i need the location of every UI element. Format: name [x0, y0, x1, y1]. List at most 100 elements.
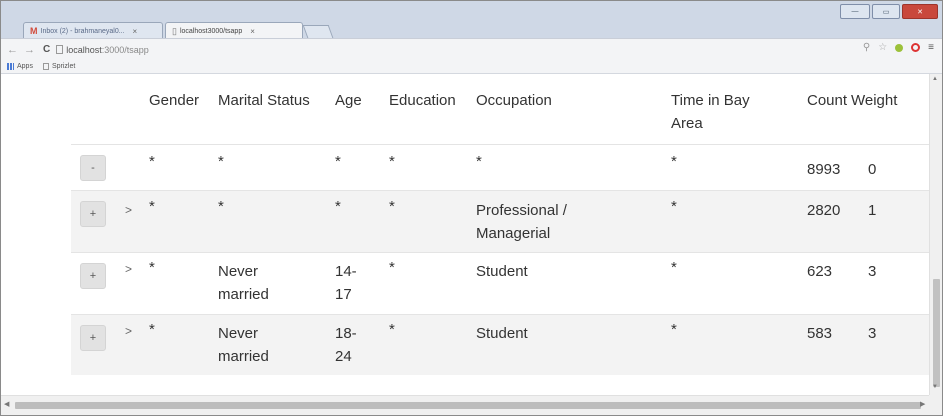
header-count: Count: [807, 92, 848, 109]
cell-gender: *: [149, 153, 155, 170]
gmail-icon: M: [30, 26, 38, 36]
header-weight: Weight: [851, 92, 898, 109]
header-time-in-bay-area-line2: Area: [671, 115, 703, 132]
opera-extension-icon[interactable]: [911, 43, 921, 52]
cell-time-in-bay-area: *: [671, 198, 677, 215]
cell-weight: 3: [868, 325, 877, 342]
url-path: :3000/tsapp: [101, 44, 149, 55]
scroll-left-icon[interactable]: ◀: [4, 400, 9, 408]
page-icon: ▯: [172, 25, 177, 36]
collapse-button[interactable]: -: [80, 155, 106, 181]
cell-marital-status-line2: married: [218, 348, 269, 365]
vertical-scrollbar[interactable]: ▲ ▼: [929, 74, 942, 395]
scroll-right-icon[interactable]: ▶: [920, 400, 925, 408]
bookmark-apps[interactable]: Apps: [7, 62, 33, 70]
apps-grid-icon: [7, 62, 14, 70]
vertical-scroll-thumb[interactable]: [933, 279, 940, 387]
page-viewport: Gender Marital Status Age Education Occu…: [1, 74, 929, 395]
horizontal-scrollbar[interactable]: ◀ ▶: [1, 395, 929, 415]
back-icon[interactable]: ←: [7, 44, 18, 56]
minimize-button[interactable]: —: [840, 4, 870, 19]
expand-arrow-icon: >: [125, 324, 133, 338]
expand-button[interactable]: +: [80, 263, 106, 289]
header-age: Age: [335, 92, 362, 109]
title-bar: M Inbox (2) - brahmaneyal0... × ▯ localh…: [1, 1, 942, 39]
extension-icon[interactable]: [895, 43, 904, 52]
cell-occupation-line2: Managerial: [476, 225, 551, 242]
bookmark-sprizlet[interactable]: Sprizlet: [42, 62, 76, 70]
forward-icon[interactable]: →: [24, 44, 35, 56]
bookmark-label: Apps: [17, 62, 33, 70]
table-row: - * * * * * * 8993 0: [71, 144, 929, 191]
menu-icon[interactable]: ≡: [928, 42, 934, 53]
table-row: + > * Never married 18- 24 * Student * 5…: [71, 314, 929, 375]
tab-label: localhost3000/tsapp: [179, 27, 243, 35]
cell-education: *: [389, 259, 395, 276]
cell-count: 623: [807, 263, 833, 280]
header-education: Education: [389, 92, 456, 109]
cell-occupation: Student: [476, 325, 528, 342]
new-tab-button[interactable]: [302, 25, 334, 38]
cell-weight: 1: [868, 202, 877, 219]
restore-button[interactable]: ▭: [872, 4, 900, 19]
scrollbar-corner: [929, 395, 942, 415]
cell-count: 583: [807, 325, 833, 342]
cell-occupation: Student: [476, 263, 528, 280]
cell-marital-status: Never: [218, 325, 259, 342]
cell-gender: *: [149, 198, 155, 215]
cell-time-in-bay-area: *: [671, 321, 677, 338]
zoom-icon[interactable]: ⚲: [863, 42, 870, 53]
tab-tsapp[interactable]: ▯ localhost3000/tsapp ×: [165, 22, 303, 39]
table-header: Gender Marital Status Age Education Occu…: [71, 74, 929, 144]
close-icon[interactable]: ×: [250, 27, 255, 36]
cell-gender: *: [149, 259, 155, 276]
cell-count: 8993: [807, 161, 841, 178]
page-icon: [56, 45, 64, 54]
scroll-down-icon[interactable]: ▼: [932, 384, 938, 390]
bookmark-label: Sprizlet: [51, 62, 76, 70]
bookmarks-bar: Apps Sprizlet: [1, 59, 942, 74]
header-time-in-bay-area: Time in Bay: [671, 92, 750, 109]
header-occupation: Occupation: [476, 92, 552, 109]
cell-marital-status: *: [218, 198, 224, 215]
cell-occupation: Professional /: [476, 202, 567, 219]
cell-marital-status: *: [218, 153, 224, 170]
url-host: localhost: [66, 44, 102, 55]
cell-age: *: [335, 198, 341, 215]
cell-age: 18-: [335, 325, 357, 342]
cell-marital-status: Never: [218, 263, 259, 280]
cell-time-in-bay-area: *: [671, 259, 677, 276]
cell-age-line2: 24: [335, 348, 352, 365]
cell-time-in-bay-area: *: [671, 153, 677, 170]
bookmark-star-icon[interactable]: ☆: [878, 42, 887, 53]
tab-label: Inbox (2) - brahmaneyal0...: [40, 27, 125, 35]
expand-button[interactable]: +: [80, 201, 106, 227]
scroll-up-icon[interactable]: ▲: [932, 76, 938, 82]
table-row: + > * * * * Professional / Managerial * …: [71, 190, 929, 253]
horizontal-scroll-thumb[interactable]: [15, 402, 921, 409]
reload-icon[interactable]: C: [43, 44, 50, 55]
close-window-button[interactable]: ✕: [902, 4, 938, 19]
cell-marital-status-line2: married: [218, 286, 269, 303]
cell-age: 14-: [335, 263, 357, 280]
window-controls: — ▭ ✕: [840, 4, 938, 19]
tab-gmail[interactable]: M Inbox (2) - brahmaneyal0... ×: [23, 22, 163, 39]
header-marital-status: Marital Status: [218, 92, 310, 109]
address-bar[interactable]: localhost:3000/tsapp: [56, 45, 149, 55]
cell-occupation: *: [476, 153, 482, 170]
cell-weight: 0: [868, 161, 877, 178]
cell-count: 2820: [807, 202, 841, 219]
cell-weight: 3: [868, 263, 877, 280]
page-icon: [42, 62, 49, 70]
cell-gender: *: [149, 321, 155, 338]
cell-education: *: [389, 198, 395, 215]
expand-arrow-icon: >: [125, 262, 133, 276]
expand-arrow-icon: >: [125, 203, 133, 217]
table-row: + > * Never married 14- 17 * Student * 6…: [71, 252, 929, 315]
header-gender: Gender: [149, 92, 200, 109]
browser-window: M Inbox (2) - brahmaneyal0... × ▯ localh…: [0, 0, 943, 416]
expand-button[interactable]: +: [80, 325, 106, 351]
cell-age-line2: 17: [335, 286, 352, 303]
close-icon[interactable]: ×: [133, 27, 138, 36]
results-table: Gender Marital Status Age Education Occu…: [71, 74, 929, 375]
